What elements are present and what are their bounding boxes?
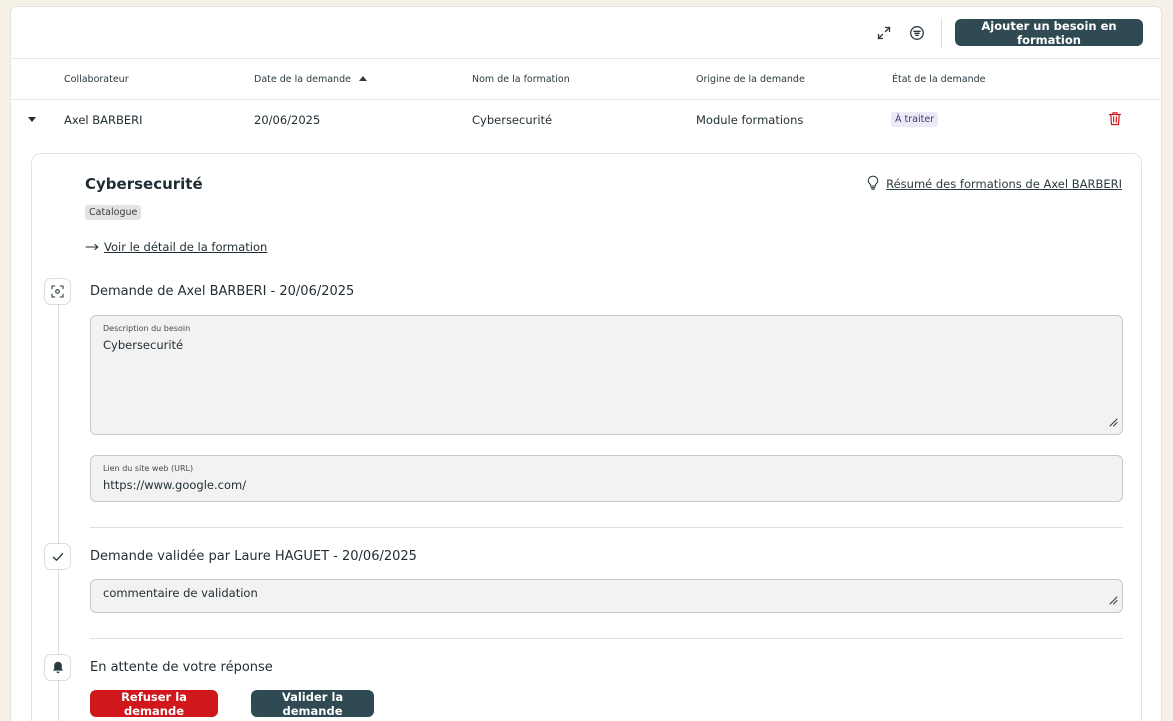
cell-collaborateur: Axel BARBERI — [64, 113, 143, 127]
training-summary-link-label: Résumé des formations de Axel BARBERI — [886, 177, 1122, 191]
lightbulb-icon — [867, 175, 879, 193]
section-divider — [90, 638, 1123, 639]
column-header-date[interactable]: Date de la demande — [254, 74, 367, 85]
toolbar: Ajouter un besoin en formation — [11, 7, 1161, 59]
toolbar-separator — [941, 18, 942, 48]
refuse-request-button[interactable]: Refuser la demande — [90, 690, 218, 718]
validation-comment-field[interactable]: commentaire de validation — [90, 579, 1123, 613]
training-title: Cybersecurité — [85, 175, 203, 193]
validation-comment-value: commentaire de validation — [103, 586, 258, 600]
column-header-etat[interactable]: État de la demande — [892, 74, 986, 85]
table-header: Collaborateur Date de la demande Nom de … — [11, 60, 1161, 100]
website-url-field[interactable]: Lien du site web (URL) https://www.googl… — [90, 455, 1123, 502]
status-badge: À traiter — [891, 112, 939, 127]
need-description-field[interactable]: Description du besoin Cybersecurité — [90, 315, 1123, 435]
website-url-label: Lien du site web (URL) — [103, 464, 194, 473]
trash-icon[interactable] — [1108, 111, 1122, 129]
resize-handle-icon[interactable] — [1108, 412, 1118, 431]
validate-request-button[interactable]: Valider la demande — [251, 690, 374, 718]
need-description-label: Description du besoin — [103, 324, 191, 333]
training-summary-link[interactable]: Résumé des formations de Axel BARBERI — [867, 175, 1122, 193]
cell-origine: Module formations — [696, 113, 804, 127]
sort-ascending-icon[interactable] — [358, 76, 367, 81]
section-divider — [90, 527, 1123, 528]
training-requests-card: Ajouter un besoin en formation Collabora… — [10, 6, 1162, 721]
column-header-collaborateur[interactable]: Collaborateur — [64, 74, 129, 85]
website-url-value: https://www.google.com/ — [103, 478, 247, 492]
training-detail-link[interactable]: Voir le détail de la formation — [85, 240, 267, 254]
validation-step-title: Demande validée par Laure HAGUET - 20/06… — [90, 549, 417, 564]
column-header-formation[interactable]: Nom de la formation — [472, 74, 570, 85]
column-header-date-label: Date de la demande — [254, 74, 351, 85]
resize-handle-icon[interactable] — [1108, 590, 1118, 609]
cell-date: 20/06/2025 — [254, 113, 321, 127]
filter-icon[interactable] — [907, 23, 927, 43]
arrow-right-icon — [85, 240, 99, 254]
catalogue-tag: Catalogue — [85, 205, 142, 220]
bell-icon — [44, 654, 71, 681]
collapse-row-icon[interactable] — [28, 117, 36, 122]
pending-step-title: En attente de votre réponse — [90, 660, 273, 675]
expand-icon[interactable] — [874, 23, 894, 43]
request-step-title: Demande de Axel BARBERI - 20/06/2025 — [90, 284, 355, 299]
check-icon — [44, 543, 71, 570]
focus-icon — [44, 278, 71, 305]
need-description-value: Cybersecurité — [103, 338, 184, 352]
column-header-origine[interactable]: Origine de la demande — [696, 74, 805, 85]
table-row[interactable]: Axel BARBERI 20/06/2025 Cybersecurité Mo… — [11, 101, 1161, 139]
training-detail-link-label: Voir le détail de la formation — [104, 240, 268, 254]
request-detail-panel: Cybersecurité Catalogue Voir le détail d… — [31, 153, 1142, 721]
cell-formation: Cybersecurité — [472, 113, 553, 127]
add-training-need-button[interactable]: Ajouter un besoin en formation — [955, 19, 1143, 47]
